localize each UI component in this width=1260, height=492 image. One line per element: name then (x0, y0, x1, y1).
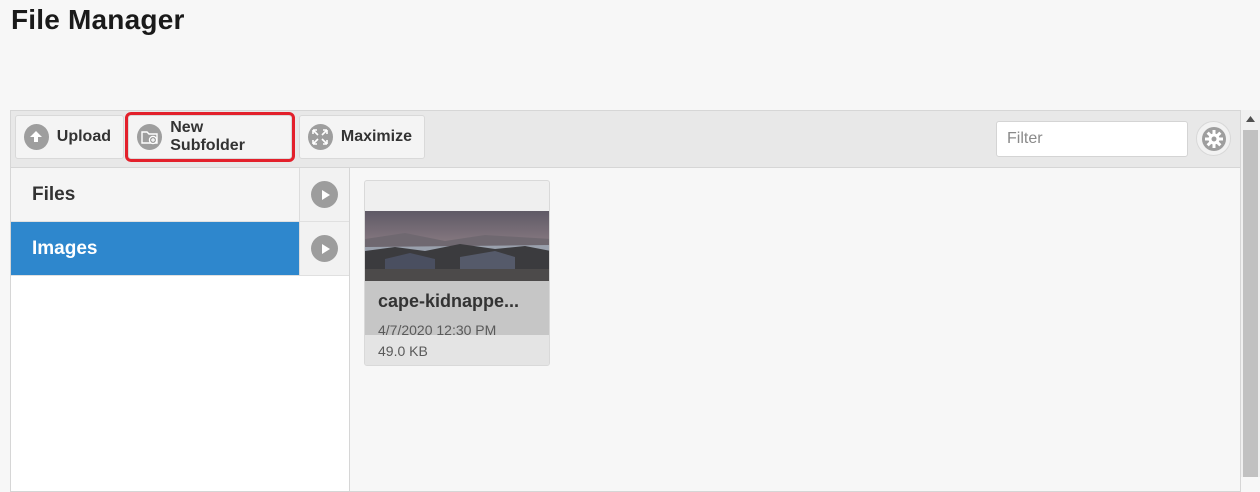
file-size: 49.0 KB (378, 343, 428, 359)
settings-button[interactable] (1196, 121, 1231, 156)
play-icon (311, 235, 338, 262)
upload-label: Upload (56, 128, 111, 145)
maximize-button[interactable]: Maximize (299, 115, 425, 159)
expand-button[interactable] (299, 168, 349, 222)
upload-icon (24, 124, 49, 150)
file-manager: Upload New Subfolder Maximize Filter Fil… (10, 110, 1241, 492)
play-icon (311, 181, 338, 208)
filter-input[interactable] (996, 121, 1188, 157)
upload-button[interactable]: Upload (15, 115, 124, 159)
maximize-icon (308, 124, 333, 150)
folder-sidebar: Files Images (11, 168, 350, 491)
scroll-up-arrow-icon[interactable] (1241, 110, 1260, 128)
gear-icon (1201, 126, 1227, 152)
new-subfolder-label: New Subfolder (170, 119, 245, 154)
new-subfolder-button[interactable]: New Subfolder (125, 112, 295, 162)
maximize-label: Maximize (340, 128, 412, 145)
sidebar-item-files[interactable]: Files (11, 168, 349, 222)
toolbar: Upload New Subfolder Maximize Filter (11, 111, 1240, 168)
scrollbar-thumb[interactable] (1243, 130, 1258, 477)
file-name: cape-kidnappe... (378, 291, 520, 311)
sidebar-item-label: Files (11, 168, 299, 222)
vertical-scrollbar[interactable] (1241, 110, 1260, 477)
sidebar-item-label: Images (11, 222, 299, 276)
expand-button[interactable] (299, 222, 349, 276)
sidebar-item-images[interactable]: Images (11, 222, 349, 276)
folder-plus-icon (137, 124, 163, 150)
file-card[interactable]: cape-kidnappe... 4/7/2020 12:30 PM 49.0 … (364, 180, 550, 366)
file-grid: cape-kidnappe... 4/7/2020 12:30 PM 49.0 … (350, 168, 1240, 491)
file-date: 4/7/2020 12:30 PM (378, 322, 497, 338)
page-title: File Manager (11, 4, 185, 35)
